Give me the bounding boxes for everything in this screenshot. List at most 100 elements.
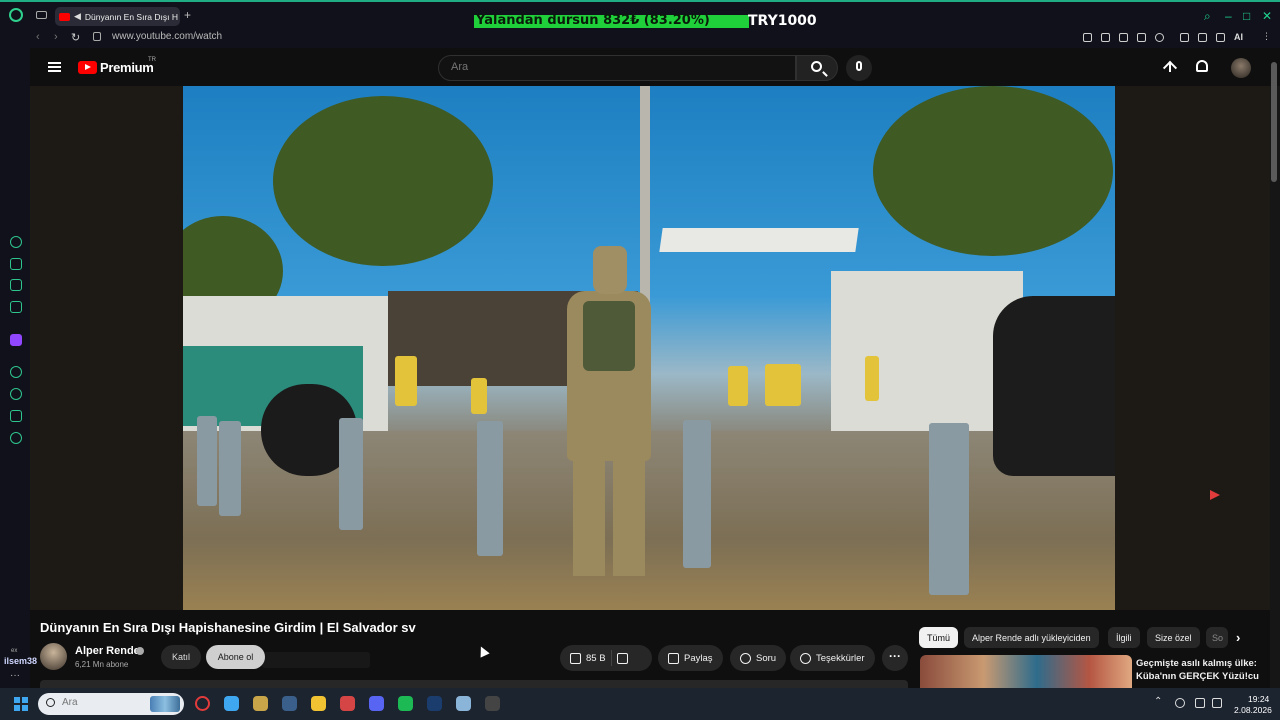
youtube-brand[interactable]: Premium — [100, 60, 154, 75]
video-player[interactable] — [30, 86, 1270, 610]
settings-icon[interactable] — [10, 432, 22, 444]
speaker-icon[interactable]: ◀ — [74, 11, 81, 22]
spotify-app-icon[interactable] — [398, 696, 413, 711]
opera-logo-icon[interactable] — [9, 8, 23, 22]
sidebar-more-button[interactable]: ··· — [10, 670, 20, 681]
youtube-logo-icon[interactable] — [78, 61, 97, 74]
easy-setup-icon[interactable] — [1216, 33, 1225, 42]
volume-icon[interactable] — [1212, 698, 1222, 708]
like-count[interactable]: 85 B — [586, 653, 606, 664]
lock-icon[interactable] — [93, 32, 101, 41]
chip-related[interactable]: İlgili — [1108, 627, 1140, 648]
back-button[interactable]: ‹ — [36, 31, 40, 43]
photoshop-app-icon[interactable] — [427, 696, 442, 711]
browser-tab-youtube[interactable]: ◀ Dünyanın En Sıra Dışı H — [55, 7, 180, 26]
thumbs-up-icon[interactable] — [570, 652, 581, 664]
network-app-icon[interactable] — [456, 696, 471, 711]
share-button[interactable]: Paylaş — [658, 645, 723, 671]
league-app-icon[interactable] — [253, 696, 268, 711]
bot-icon[interactable] — [10, 258, 22, 270]
bollard-shape — [219, 421, 241, 516]
minimize-button[interactable]: – — [1225, 10, 1232, 22]
recommendation-thumbnail[interactable] — [920, 655, 1132, 688]
taskbar-search[interactable] — [38, 693, 184, 715]
twitch-icon[interactable] — [10, 334, 22, 346]
search-tabs-icon[interactable]: ⌕ — [1204, 10, 1211, 22]
refresh-icon[interactable] — [10, 236, 22, 248]
cube-icon[interactable] — [10, 410, 22, 422]
media-app-icon[interactable] — [485, 696, 500, 711]
extensions-icon[interactable] — [1180, 33, 1189, 42]
join-button[interactable]: Katıl — [161, 645, 201, 669]
channel-name[interactable]: Alper Rende — [75, 645, 140, 657]
notifications-bell-icon[interactable] — [1196, 60, 1208, 72]
store-app-icon[interactable] — [224, 696, 239, 711]
browser-menu-icon[interactable]: ⋮ — [1262, 31, 1271, 41]
maximize-button[interactable]: □ — [1243, 10, 1250, 22]
steam-app-icon[interactable] — [282, 696, 297, 711]
report-flag-icon[interactable] — [1210, 490, 1220, 500]
voice-search-button[interactable] — [846, 55, 872, 81]
region-code: TR — [148, 57, 156, 63]
taskbar-search-input[interactable] — [62, 697, 142, 708]
clock-date[interactable]: 2.08.2026 — [1234, 705, 1272, 715]
video-title: Dünyanın En Sıra Dışı Hapishanesine Gird… — [40, 620, 416, 635]
description-box[interactable] — [40, 680, 908, 688]
search-icon — [46, 698, 55, 707]
url-field[interactable]: www.youtube.com/watch — [112, 31, 222, 42]
close-button[interactable]: ✕ — [1262, 10, 1272, 22]
ask-button[interactable]: Soru — [730, 645, 787, 671]
search-button[interactable] — [796, 55, 838, 81]
channel-avatar[interactable] — [40, 643, 67, 670]
worker-shape — [471, 378, 487, 414]
scrollbar-thumb[interactable] — [1271, 62, 1277, 182]
tree-shape — [873, 86, 1113, 256]
recommendation-title[interactable]: Geçmişte asılı kalmış ülke: Küba'nın GER… — [1136, 657, 1268, 683]
clock-time[interactable]: 19:24 — [1248, 694, 1269, 704]
m-app-icon[interactable] — [10, 301, 22, 313]
thanks-button[interactable]: Teşekkürler — [790, 645, 875, 671]
hamburger-menu-icon[interactable] — [48, 62, 61, 72]
new-tab-button[interactable]: + — [184, 9, 191, 21]
play-icon[interactable] — [10, 366, 22, 378]
shield-icon[interactable] — [1119, 33, 1128, 42]
explorer-app-icon[interactable] — [311, 696, 326, 711]
clock-icon[interactable] — [10, 388, 22, 400]
microphone-icon[interactable] — [1175, 698, 1185, 708]
windows-start-icon[interactable] — [14, 697, 28, 711]
heart-icon[interactable] — [1155, 33, 1164, 42]
more-actions-button[interactable]: ··· — [882, 645, 908, 671]
chip-all[interactable]: Tümü — [919, 627, 959, 648]
chevron-right-icon[interactable]: › — [1236, 630, 1240, 645]
reload-button[interactable]: ↻ — [71, 31, 80, 44]
subscribe-button[interactable]: Abone ol — [206, 645, 265, 669]
verified-check-icon — [136, 647, 144, 655]
thumbs-down-icon[interactable] — [616, 652, 628, 664]
video-frame[interactable] — [183, 86, 1115, 610]
soldier-shape — [555, 246, 663, 576]
search-input[interactable] — [451, 61, 781, 73]
account-avatar[interactable] — [1231, 58, 1251, 78]
player-icon[interactable] — [1137, 33, 1146, 42]
ticker-text: Yalandan dursun 832₺ (83.20%) — [476, 13, 710, 28]
acrobat-app-icon[interactable] — [340, 696, 355, 711]
chip-from-uploader[interactable]: Alper Rende adlı yükleyiciden — [964, 627, 1099, 648]
search-box — [438, 55, 796, 81]
forward-button[interactable]: › — [54, 31, 58, 43]
thanks-label: Teşekkürler — [816, 652, 865, 664]
opera-app-icon[interactable] — [195, 696, 210, 711]
upload-icon[interactable] — [1164, 60, 1176, 74]
tab-manager-icon[interactable] — [36, 11, 47, 19]
bookmark-icon[interactable] — [1083, 33, 1092, 42]
chip-for-you[interactable]: Size özel — [1147, 627, 1200, 648]
aria-ai-button[interactable]: AI — [1234, 32, 1243, 42]
tray-overflow-icon[interactable]: ⌃ — [1154, 696, 1162, 707]
subscribe-shadow — [262, 652, 370, 668]
bollard-shape — [197, 416, 217, 506]
ticket-icon[interactable] — [10, 279, 22, 291]
discord-app-icon[interactable] — [369, 696, 384, 711]
download-icon[interactable] — [1198, 33, 1207, 42]
network-icon[interactable] — [1195, 698, 1205, 708]
snapshot-icon[interactable] — [1101, 33, 1110, 42]
chip-more[interactable]: So — [1206, 627, 1228, 648]
